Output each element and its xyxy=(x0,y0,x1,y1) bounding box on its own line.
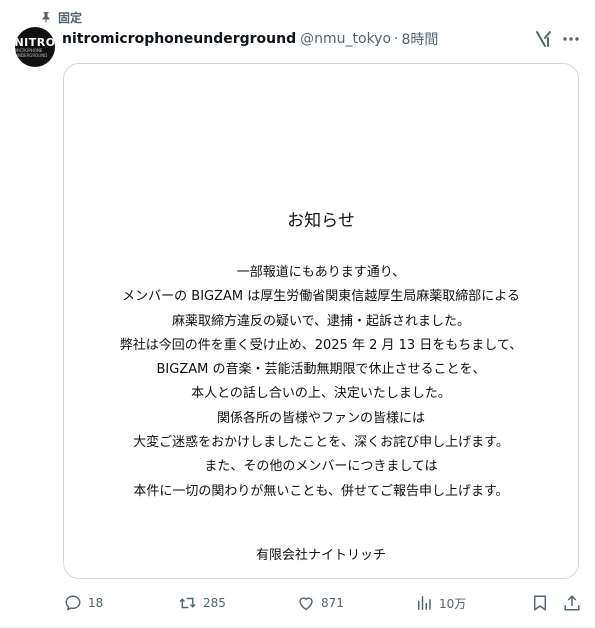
notice-line: 一部報道にもあります通り、 xyxy=(236,265,406,280)
more-icon[interactable] xyxy=(561,29,581,49)
reply-button[interactable]: 18 xyxy=(64,591,103,615)
post-image[interactable]: お知らせ 一部報道にもあります通り、 メンバーの BIGZAM は厚生労働省関東… xyxy=(63,63,579,579)
views-count: 10万 xyxy=(439,596,467,611)
share-button[interactable] xyxy=(563,591,581,615)
repost-count: 285 xyxy=(203,596,226,610)
notice-line: メンバーの BIGZAM は厚生労働省関東信越厚生局麻薬取締部による xyxy=(122,289,520,305)
grok-icon[interactable] xyxy=(533,29,553,49)
like-icon xyxy=(297,594,315,612)
pin-icon xyxy=(40,10,52,24)
notice-signature: 有限会社ナイトリッチ xyxy=(255,548,386,563)
reply-icon xyxy=(64,594,82,612)
bookmark-icon xyxy=(531,594,549,612)
views-button[interactable]: 10万 xyxy=(415,591,466,615)
views-icon xyxy=(415,594,433,612)
pinned-label: 固定 xyxy=(58,10,83,25)
share-icon xyxy=(563,594,581,612)
notice-line: 弊社は今回の件を重く受け止め、2025 年 2 月 13 日をもちまして、 xyxy=(119,337,523,353)
repost-button[interactable]: 285 xyxy=(178,591,226,615)
separator-dot: · xyxy=(394,31,399,47)
notice-line: また、その他のメンバーにつきましては xyxy=(204,459,438,475)
notice-line: 本人との話し合いの上、決定いたしました。 xyxy=(191,386,451,402)
notice-title: お知らせ xyxy=(287,211,355,231)
notice-line: 麻薬取締方違反の疑いで、逮捕・起訴されました。 xyxy=(171,313,471,329)
author-handle[interactable]: @nmu_tokyo xyxy=(300,31,391,47)
action-bar: 18 285 871 10万 xyxy=(0,591,595,615)
avatar-logo-text: NITRO xyxy=(15,35,55,49)
like-count: 871 xyxy=(321,596,344,610)
pinned-indicator: 固定 xyxy=(40,8,82,26)
like-button[interactable]: 871 xyxy=(297,591,344,615)
notice-line: 大変ご迷惑をおかけしましたことを、深くお詫び申し上げます。 xyxy=(133,435,509,451)
post-header: nitromicrophoneunderground @nmu_tokyo · … xyxy=(62,29,438,49)
bookmark-button[interactable] xyxy=(531,591,549,615)
repost-icon xyxy=(178,594,197,612)
notice-line: BIGZAM の音楽・芸能活動無期限で休止させることを、 xyxy=(156,362,486,378)
author-name[interactable]: nitromicrophoneunderground xyxy=(62,31,296,47)
post-time[interactable]: 8時間 xyxy=(401,29,438,49)
avatar[interactable]: NITRO MICROPHONE UNDERGROUND xyxy=(15,27,55,67)
notice-line: 本件に一切の関わりが無いことも、併せてご報告申し上げます。 xyxy=(133,483,509,499)
notice-line: 関係各所の皆様やファンの皆様には xyxy=(216,410,425,426)
avatar-logo-subtext: MICROPHONE UNDERGROUND xyxy=(15,47,48,58)
notice-body: 一部報道にもあります通り、 メンバーの BIGZAM は厚生労働省関東信越厚生局… xyxy=(64,261,578,504)
reply-count: 18 xyxy=(88,596,104,610)
